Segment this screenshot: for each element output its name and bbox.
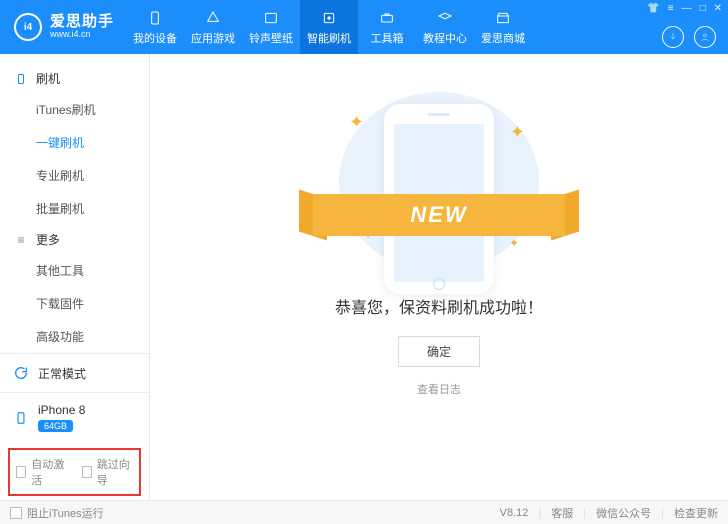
success-illustration: ✦✦✦✦ NEW: [339, 92, 539, 272]
nav-apps[interactable]: 应用游戏: [184, 0, 242, 54]
sidebar-group-flash: 刷机: [0, 64, 149, 93]
menu-icon: ≡: [14, 233, 28, 247]
group-label: 更多: [36, 231, 60, 248]
flash-options-highlighted: 自动激活 跳过向导: [8, 448, 141, 496]
graduation-icon: [436, 9, 454, 27]
nav-smart-flash[interactable]: 智能刷机: [300, 0, 358, 54]
image-icon: [262, 9, 280, 27]
refresh-icon: [320, 9, 338, 27]
success-message: 恭喜您，保资料刷机成功啦！: [335, 294, 543, 318]
nav-ringtones[interactable]: 铃声壁纸: [242, 0, 300, 54]
menu-icon[interactable]: ≡: [668, 3, 674, 14]
download-button[interactable]: [662, 26, 684, 48]
phone-icon: [146, 9, 164, 27]
sidebar-item-other-tools[interactable]: 其他工具: [0, 254, 149, 287]
phone-icon: [12, 409, 30, 427]
nav-my-device[interactable]: 我的设备: [126, 0, 184, 54]
nav-label: 工具箱: [371, 30, 404, 46]
maximize-button[interactable]: □: [700, 3, 706, 14]
check-update-link[interactable]: 检查更新: [674, 505, 718, 521]
mode-label: 正常模式: [38, 365, 86, 382]
apps-icon: [204, 9, 222, 27]
sidebar-item-download-fw[interactable]: 下载固件: [0, 287, 149, 320]
checkbox-label: 自动激活: [31, 456, 67, 488]
ribbon: NEW: [313, 184, 565, 234]
support-link[interactable]: 客服: [551, 505, 573, 521]
group-label: 刷机: [36, 70, 60, 87]
auto-activate-checkbox[interactable]: 自动激活: [16, 456, 68, 488]
nav-label: 应用游戏: [191, 30, 235, 46]
device-info[interactable]: iPhone 8 64GB: [0, 392, 149, 442]
sidebar-item-advanced[interactable]: 高级功能: [0, 320, 149, 353]
user-button[interactable]: [694, 26, 716, 48]
nav-label: 爱思商城: [481, 30, 525, 46]
version-label: V8.12: [500, 507, 529, 519]
view-log-link[interactable]: 查看日志: [417, 381, 461, 397]
wechat-link[interactable]: 微信公众号: [596, 505, 651, 521]
sidebar: 刷机 iTunes刷机 一键刷机 专业刷机 批量刷机 ≡ 更多 其他工具 下载固件…: [0, 54, 150, 500]
toolbox-icon: [378, 9, 396, 27]
sidebar-item-onekey-flash[interactable]: 一键刷机: [0, 126, 149, 159]
checkbox-label: 阻止iTunes运行: [27, 505, 104, 521]
checkbox-label: 跳过向导: [97, 456, 133, 488]
nav-label: 铃声壁纸: [249, 30, 293, 46]
sidebar-item-batch-flash[interactable]: 批量刷机: [0, 192, 149, 225]
nav-tutorials[interactable]: 教程中心: [416, 0, 474, 54]
skip-guide-checkbox[interactable]: 跳过向导: [82, 456, 134, 488]
tshirt-icon[interactable]: 👕: [647, 3, 659, 14]
sidebar-item-pro-flash[interactable]: 专业刷机: [0, 159, 149, 192]
brand-logo: i4 爱思助手 www.i4.cn: [0, 13, 126, 41]
close-button[interactable]: ✕: [714, 3, 722, 14]
storage-badge: 64GB: [38, 420, 73, 432]
device-mode[interactable]: 正常模式: [0, 353, 149, 392]
block-itunes-checkbox[interactable]: 阻止iTunes运行: [10, 505, 104, 521]
minimize-button[interactable]: —: [682, 3, 692, 14]
nav-toolbox[interactable]: 工具箱: [358, 0, 416, 54]
app-header: i4 爱思助手 www.i4.cn 我的设备 应用游戏 铃声壁纸 智能刷机 工具…: [0, 0, 728, 54]
main-content: ✦✦✦✦ NEW 恭喜您，保资料刷机成功啦！ 确定 查看日志: [150, 54, 728, 500]
ok-button[interactable]: 确定: [398, 336, 480, 367]
sidebar-item-itunes-flash[interactable]: iTunes刷机: [0, 93, 149, 126]
nav-label: 教程中心: [423, 30, 467, 46]
top-nav: 我的设备 应用游戏 铃声壁纸 智能刷机 工具箱 教程中心 爱思商城: [126, 0, 532, 54]
window-controls: 👕 ≡ — □ ✕: [647, 3, 722, 14]
brand-url: www.i4.cn: [50, 30, 114, 40]
ribbon-text: NEW: [313, 194, 565, 236]
logo-badge: i4: [14, 13, 42, 41]
refresh-icon: [12, 364, 30, 382]
nav-label: 我的设备: [133, 30, 177, 46]
sidebar-group-more: ≡ 更多: [0, 225, 149, 254]
store-icon: [494, 9, 512, 27]
phone-icon: [14, 72, 28, 86]
nav-store[interactable]: 爱思商城: [474, 0, 532, 54]
status-bar: 阻止iTunes运行 V8.12 | 客服 | 微信公众号 | 检查更新: [0, 500, 728, 524]
brand-name: 爱思助手: [50, 14, 114, 31]
nav-label: 智能刷机: [307, 30, 351, 46]
device-name: iPhone 8: [38, 403, 85, 417]
